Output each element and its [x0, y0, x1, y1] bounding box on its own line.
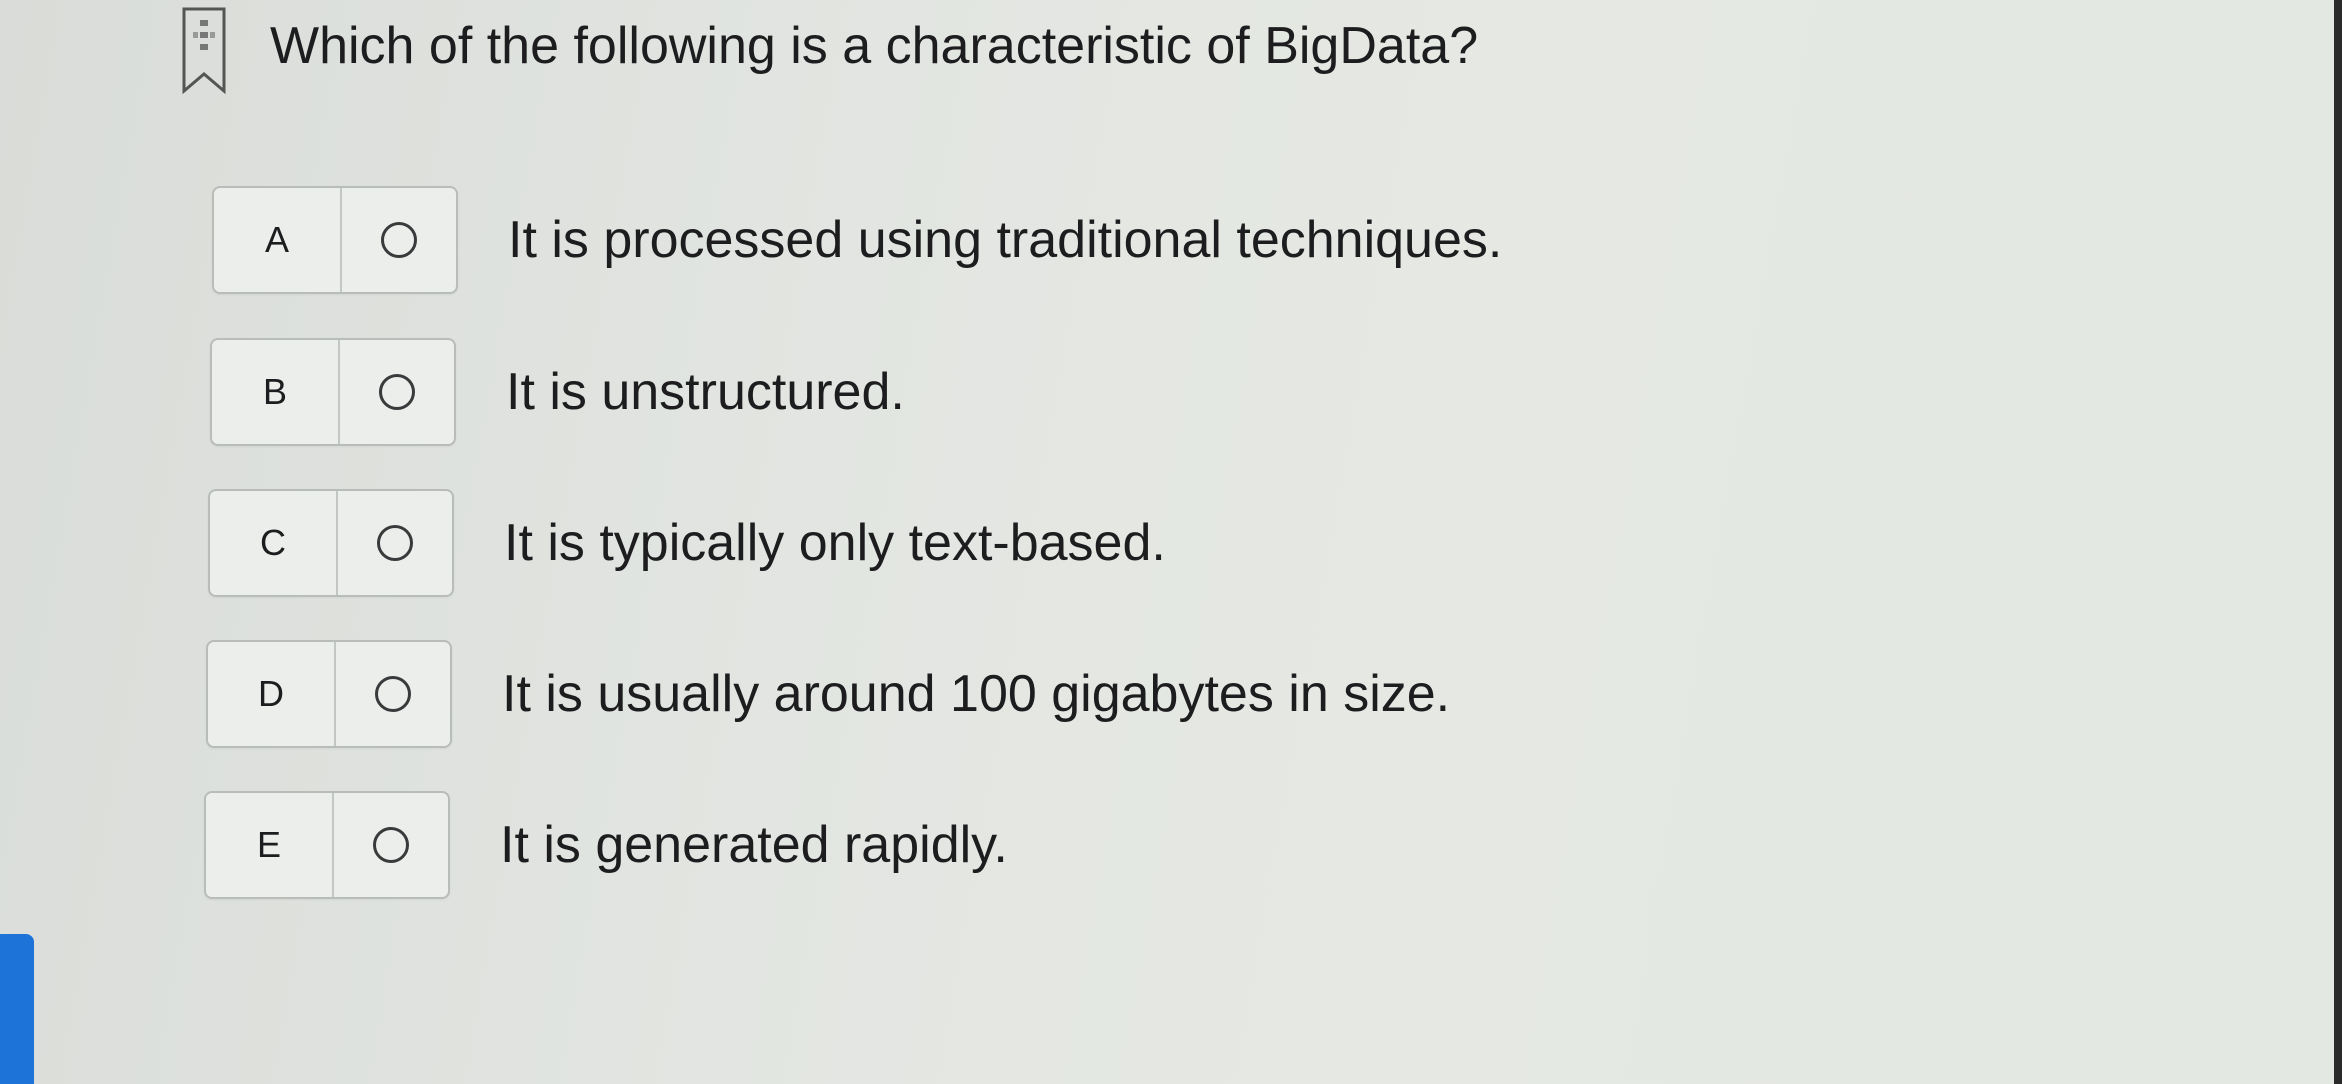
option-radio-cell[interactable] — [338, 491, 452, 595]
radio-button-icon[interactable] — [377, 525, 413, 561]
option-box[interactable]: B — [210, 338, 456, 446]
radio-button-icon[interactable] — [375, 676, 411, 712]
option-text[interactable]: It is generated rapidly. — [500, 809, 1008, 881]
screen-edge — [2334, 0, 2342, 1084]
option-radio-cell[interactable] — [340, 340, 454, 444]
option-box[interactable]: A — [212, 186, 458, 294]
option-b[interactable]: B It is unstructured. — [210, 336, 905, 448]
bookmark-icon — [182, 7, 226, 95]
option-text[interactable]: It is unstructured. — [506, 356, 905, 428]
option-letter: A — [214, 188, 342, 292]
option-text[interactable]: It is typically only text-based. — [504, 507, 1166, 579]
side-tab[interactable] — [0, 934, 34, 1084]
radio-button-icon[interactable] — [373, 827, 409, 863]
option-radio-cell[interactable] — [336, 642, 450, 746]
option-c[interactable]: C It is typically only text-based. — [208, 487, 1166, 599]
option-letter: E — [206, 793, 334, 897]
question-text: Which of the following is a characterist… — [270, 17, 1479, 75]
option-text[interactable]: It is processed using traditional techni… — [508, 204, 1502, 276]
option-d[interactable]: D It is usually around 100 gigabytes in … — [206, 638, 1450, 750]
radio-button-icon[interactable] — [381, 222, 417, 258]
radio-button-icon[interactable] — [379, 374, 415, 410]
option-letter: C — [210, 491, 338, 595]
option-box[interactable]: C — [208, 489, 454, 597]
option-a[interactable]: A It is processed using traditional tech… — [212, 184, 1502, 296]
option-letter: B — [212, 340, 340, 444]
option-radio-cell[interactable] — [342, 188, 456, 292]
option-box[interactable]: E — [204, 791, 450, 899]
option-letter: D — [208, 642, 336, 746]
option-radio-cell[interactable] — [334, 793, 448, 897]
option-e[interactable]: E It is generated rapidly. — [204, 789, 1008, 901]
bookmark-flag[interactable] — [181, 6, 227, 95]
option-box[interactable]: D — [206, 640, 452, 748]
option-text[interactable]: It is usually around 100 gigabytes in si… — [502, 658, 1450, 730]
